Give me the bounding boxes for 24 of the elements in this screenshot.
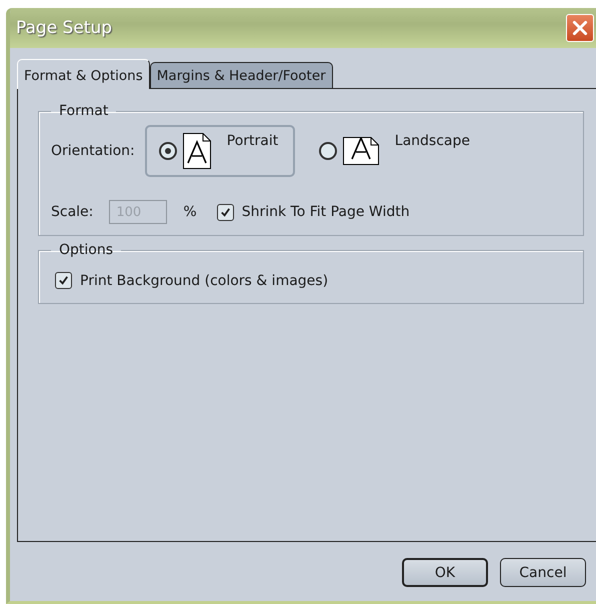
field-label: Scale: (51, 204, 94, 220)
orientation-option[interactable]: Landscape (304, 125, 484, 177)
tab[interactable]: Format & Options (17, 59, 150, 89)
page-icon (182, 133, 211, 169)
checkbox[interactable] (216, 204, 234, 220)
dialog-button[interactable]: OK (402, 558, 488, 587)
window-title: Page Setup (16, 18, 112, 38)
check-icon (57, 274, 70, 287)
tab[interactable]: Margins & Header/Footer (150, 62, 333, 88)
radio-button[interactable] (318, 142, 337, 160)
check-icon (218, 206, 232, 218)
unit-label: % (183, 204, 197, 220)
group-title: Format (58, 103, 110, 119)
field-label: Orientation: (51, 143, 135, 159)
page-icon (342, 137, 379, 165)
orientation-option[interactable]: Portrait (144, 125, 295, 177)
group-title: Options (58, 242, 114, 258)
radio-button[interactable] (158, 142, 177, 160)
dialog-button[interactable]: Cancel (500, 558, 586, 587)
close-button[interactable] (566, 14, 594, 42)
checkbox-label: Print Background (colors & images) (80, 272, 328, 288)
checkbox[interactable] (55, 272, 72, 289)
close-icon (571, 19, 589, 37)
checkbox-label: Shrink To Fit Page Width (242, 204, 410, 220)
